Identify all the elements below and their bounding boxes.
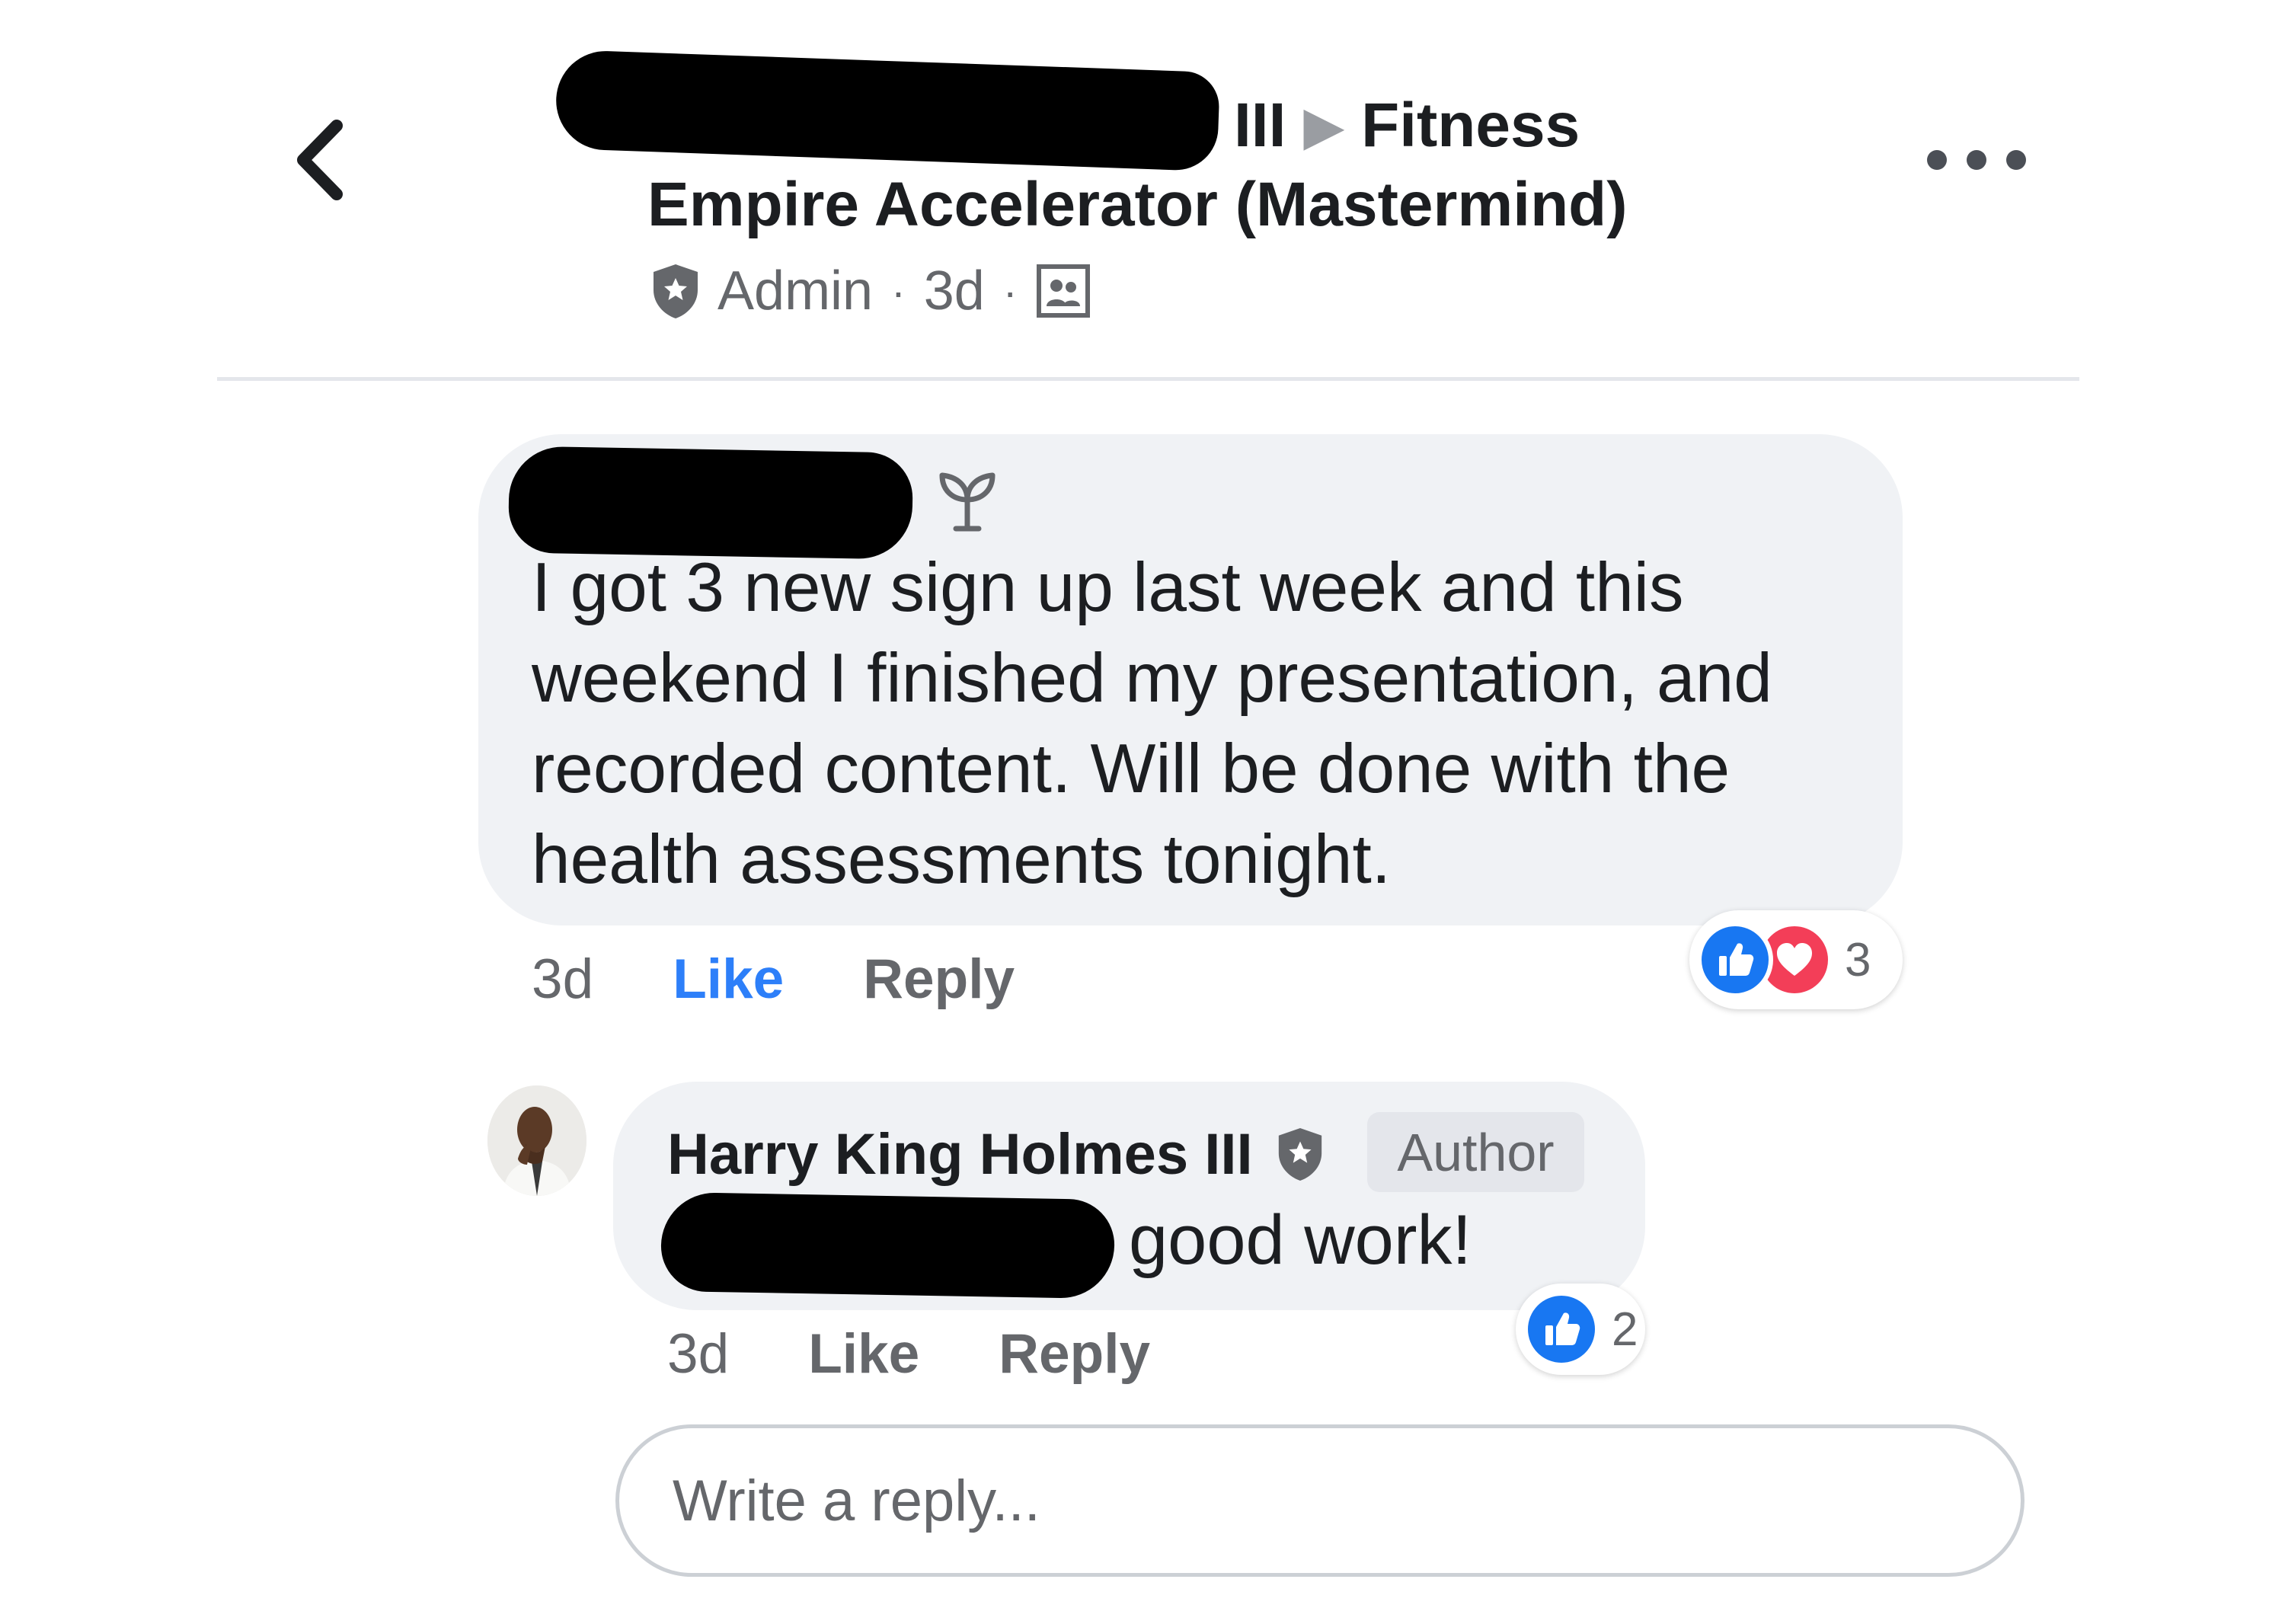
meta-dot: ·	[1002, 267, 1018, 315]
comment-reactions[interactable]: 3	[1689, 910, 1903, 1009]
admin-shield-icon	[1278, 1128, 1321, 1181]
reaction-count: 2	[1612, 1303, 1638, 1356]
header-divider	[217, 377, 2079, 381]
write-reply-input[interactable]: Write a reply...	[615, 1424, 2025, 1577]
admin-shield-icon	[654, 264, 698, 318]
role-label: Admin	[717, 261, 874, 321]
reply-time[interactable]: 3d	[667, 1322, 729, 1386]
poster-name-suffix[interactable]: III	[1234, 91, 1286, 160]
comment-text: I got 3 new sign up last week and this w…	[532, 549, 1772, 898]
reply-actions: 3d Like Reply	[667, 1312, 1150, 1395]
like-reaction-icon	[1523, 1291, 1600, 1367]
reaction-count: 3	[1845, 933, 1871, 986]
reply-text: good work!	[1129, 1201, 1472, 1279]
comment-reply-button[interactable]: Reply	[863, 948, 1015, 1011]
reply-reply-button[interactable]: Reply	[999, 1322, 1150, 1386]
more-options-button[interactable]	[1927, 133, 2026, 187]
more-dots-icon	[1927, 150, 1947, 170]
reply-like-button[interactable]: Like	[808, 1322, 919, 1386]
back-button[interactable]	[274, 107, 366, 213]
post-meta: Admin · 3d ·	[649, 253, 1091, 329]
chevron-left-icon	[297, 120, 343, 200]
reply-author-name[interactable]: Harry King Holmes III	[667, 1121, 1253, 1188]
post-time[interactable]: 3d	[924, 260, 985, 322]
reply-input-placeholder: Write a reply...	[673, 1468, 1040, 1533]
reply-author: Harry King Holmes III	[667, 1112, 1326, 1196]
group-name-line2[interactable]: Empire Accelerator (Mastermind)	[647, 170, 1628, 239]
avatar[interactable]	[487, 1085, 586, 1196]
reply-reactions[interactable]: 2	[1516, 1284, 1645, 1375]
group-members-icon	[1036, 264, 1090, 318]
group-name-line1[interactable]: Fitness	[1361, 91, 1580, 160]
like-reaction-icon	[1697, 922, 1773, 998]
breadcrumb-separator: ▶	[1304, 98, 1344, 154]
comment-time[interactable]: 3d	[532, 948, 593, 1011]
author-badge: Author	[1367, 1112, 1584, 1192]
meta-dot: ·	[891, 267, 906, 315]
comment-actions: 3d Like Reply	[532, 937, 1015, 1021]
new-member-sprout-icon	[939, 472, 995, 532]
redacted-mention	[660, 1191, 1116, 1300]
comment-like-button[interactable]: Like	[673, 948, 784, 1011]
